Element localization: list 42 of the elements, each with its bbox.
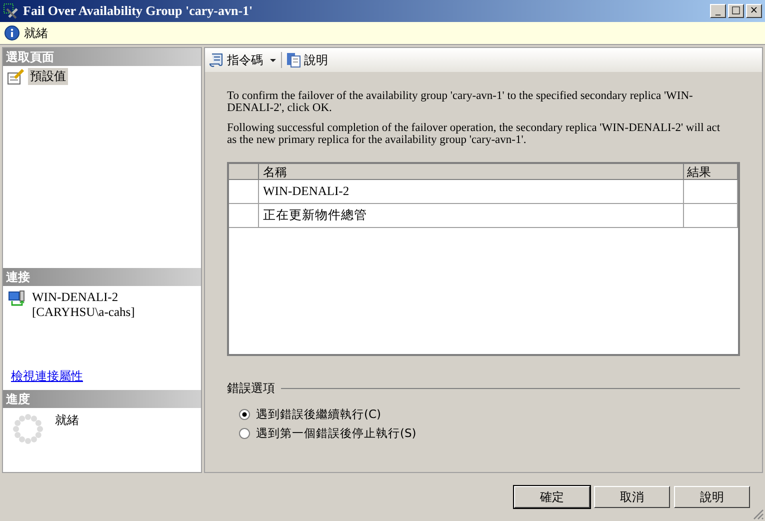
window-control-button[interactable]: × [746,4,762,18]
dialog-button[interactable]: 取消 [594,486,670,508]
resize-grip-icon [752,508,764,520]
scroll-icon [209,52,225,68]
toolbar-button[interactable]: 指令碼 [207,50,279,70]
progress-status: 就緒 [55,412,79,429]
window-control-button[interactable]: □ [728,4,744,18]
server-name: WIN-DENALI-2 [32,290,120,305]
column-header: 結果 [684,164,738,180]
window-title: Fail Over Availability Group 'cary-avn-1' [23,3,254,19]
dropdown-arrow-icon [269,57,277,63]
table-cell: 正在更新物件總管 [259,204,684,228]
spinner-icon [11,412,45,446]
dialog-button[interactable]: 說明 [674,486,750,508]
info-icon [4,25,20,41]
toolbar-button[interactable]: 說明 [284,50,330,70]
page-item[interactable]: 預設值 [28,68,68,85]
radio-option[interactable]: 遇到第一個錯誤後停止執行(S) [239,426,416,441]
page-edit-icon [7,68,25,84]
row-header-cell [229,180,259,204]
table-cell [684,204,738,228]
section-header: 連接 [3,268,201,286]
radio-button[interactable] [239,409,250,420]
row-header-cell [229,204,259,228]
tools-icon [3,3,19,19]
group-title: 錯誤選項 [227,380,275,397]
section-header: 進度 [3,390,201,408]
connection-properties-link[interactable]: 檢視連接屬性 [3,368,91,390]
status-text: 就緒 [24,24,48,42]
dialog-button[interactable]: 確定 [514,486,590,508]
radio-option[interactable]: 遇到錯誤後繼續執行(C) [239,407,382,422]
window-control-button[interactable]: _ [710,4,726,18]
column-header: 名稱 [259,164,684,180]
user-name: [CARYHSU\a-cahs] [32,305,135,320]
message-text: Following successful completion of the failover operation, the secondary replica 'WIN-DENALI-2' will act as the new primary replica for the availability group 'cary-avn-1'. [227,122,722,146]
server-connection-icon [8,290,26,308]
document-icon [286,52,302,68]
section-header: 選取頁面 [3,48,201,66]
radio-button[interactable] [239,428,250,439]
table-cell: WIN-DENALI-2 [259,180,684,204]
message-text: To confirm the failover of the availability group 'cary-avn-1' to the specified secondary replica 'WIN-DENALI-2', click OK. [227,90,694,114]
table-cell [684,180,738,204]
